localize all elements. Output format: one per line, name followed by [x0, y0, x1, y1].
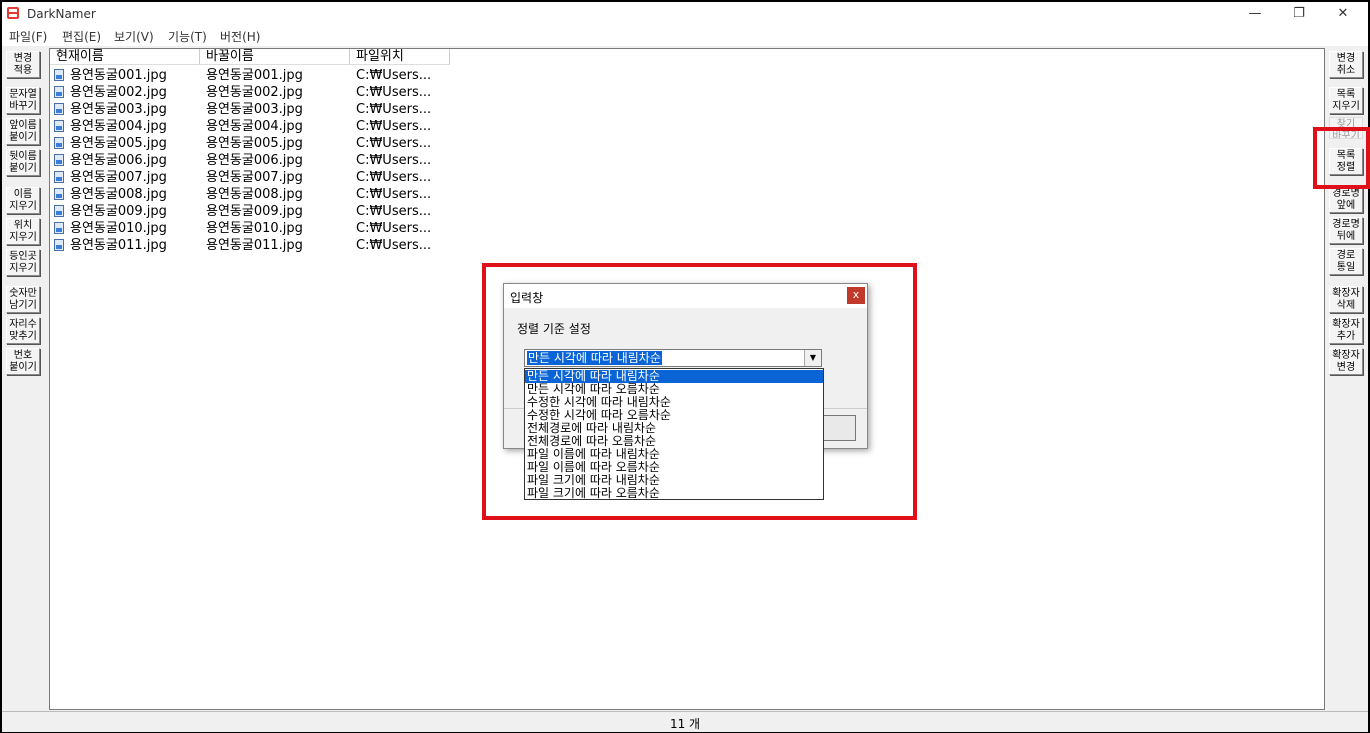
new-name-cell: 용연동굴006.jpg — [206, 153, 303, 168]
image-file-icon — [54, 69, 64, 81]
file-path-cell: C:₩Users... — [356, 153, 432, 168]
table-row[interactable]: 용연동굴006.jpg 용연동굴006.jpg C:₩Users... — [50, 152, 550, 169]
current-name-cell: 용연동굴002.jpg — [70, 85, 167, 100]
new-name-cell: 용연동굴005.jpg — [206, 136, 303, 151]
add-numbering-button[interactable]: 번호 붙이기 — [6, 348, 40, 375]
replace-string-button[interactable]: 문자열 바꾸기 — [6, 87, 40, 114]
new-name-cell: 용연동굴007.jpg — [206, 170, 303, 185]
table-row[interactable]: 용연동굴011.jpg 용연동굴011.jpg C:₩Users... — [50, 237, 550, 254]
image-file-icon — [54, 154, 64, 166]
image-file-icon — [54, 171, 64, 183]
menu-bar: 파일(F) 편집(E) 보기(V) 기능(T) 버전(H) — [2, 26, 1368, 46]
delete-extension-button[interactable]: 확장자 삭제 — [1329, 286, 1363, 313]
clear-list-button[interactable]: 목록 지우기 — [1329, 87, 1363, 114]
image-file-icon — [54, 103, 64, 115]
new-name-cell: 용연동굴011.jpg — [206, 238, 303, 253]
app-icon — [7, 7, 19, 19]
pad-digits-button[interactable]: 자리수 맞추기 — [6, 317, 40, 344]
new-name-cell: 용연동굴010.jpg — [206, 221, 303, 236]
left-toolbar: 변경 적용 문자열 바꾸기 앞이름 붙이기 뒷이름 붙이기 이름 지우기 위치 … — [4, 48, 48, 709]
add-prefix-button[interactable]: 앞이름 붙이기 — [6, 118, 40, 145]
image-file-icon — [54, 222, 64, 234]
new-name-cell: 용연동굴003.jpg — [206, 102, 303, 117]
column-header-new[interactable]: 바꿀이름 — [200, 49, 350, 65]
menu-edit[interactable]: 편집(E) — [62, 28, 101, 45]
minimize-button[interactable]: — — [1232, 2, 1278, 26]
table-row[interactable]: 용연동굴003.jpg 용연동굴003.jpg C:₩Users... — [50, 101, 550, 118]
file-path-cell: C:₩Users... — [356, 221, 432, 236]
path-suffix-button[interactable]: 경로명 뒤에 — [1329, 217, 1363, 244]
file-path-cell: C:₩Users... — [356, 204, 432, 219]
menu-view[interactable]: 보기(V) — [114, 28, 154, 45]
erase-range-button[interactable]: 등인곳 지우기 — [6, 249, 40, 276]
file-path-cell: C:₩Users... — [356, 136, 432, 151]
table-row[interactable]: 용연동굴002.jpg 용연동굴002.jpg C:₩Users... — [50, 84, 550, 101]
column-header-current[interactable]: 현재이름 — [50, 49, 200, 65]
new-name-cell: 용연동굴001.jpg — [206, 68, 303, 83]
file-path-cell: C:₩Users... — [356, 102, 432, 117]
current-name-cell: 용연동굴005.jpg — [70, 136, 167, 151]
change-extension-button[interactable]: 확장자 변경 — [1329, 348, 1363, 375]
title-bar: DarkNamer — ❐ ✕ — [2, 2, 1368, 26]
current-name-cell: 용연동굴010.jpg — [70, 221, 167, 236]
current-name-cell: 용연동굴011.jpg — [70, 238, 167, 253]
new-name-cell: 용연동굴008.jpg — [206, 187, 303, 202]
file-path-cell: C:₩Users... — [356, 238, 432, 253]
menu-tools[interactable]: 기능(T) — [168, 28, 207, 45]
file-path-cell: C:₩Users... — [356, 187, 432, 202]
table-row[interactable]: 용연동굴010.jpg 용연동굴010.jpg C:₩Users... — [50, 220, 550, 237]
menu-file[interactable]: 파일(F) — [9, 28, 47, 45]
table-row[interactable]: 용연동굴009.jpg 용연동굴009.jpg C:₩Users... — [50, 203, 550, 220]
file-path-cell: C:₩Users... — [356, 119, 432, 134]
current-name-cell: 용연동굴003.jpg — [70, 102, 167, 117]
current-name-cell: 용연동굴004.jpg — [70, 119, 167, 134]
table-row[interactable]: 용연동굴005.jpg 용연동굴005.jpg C:₩Users... — [50, 135, 550, 152]
current-name-cell: 용연동굴009.jpg — [70, 204, 167, 219]
add-extension-button[interactable]: 확장자 추가 — [1329, 317, 1363, 344]
app-title: DarkNamer — [27, 7, 96, 21]
highlight-dialog — [482, 263, 917, 520]
file-count: 11 개 — [669, 717, 701, 731]
path-prefix-button[interactable]: 경로명 앞에 — [1329, 186, 1363, 213]
image-file-icon — [54, 120, 64, 132]
add-suffix-button[interactable]: 뒷이름 붙이기 — [6, 149, 40, 176]
apply-changes-button[interactable]: 변경 적용 — [6, 51, 40, 78]
image-file-icon — [54, 86, 64, 98]
current-name-cell: 용연동굴006.jpg — [70, 153, 167, 168]
status-bar: 11 개 — [2, 711, 1368, 732]
file-path-cell: C:₩Users... — [356, 85, 432, 100]
file-path-cell: C:₩Users... — [356, 68, 432, 83]
keep-numbers-button[interactable]: 숫자만 남기기 — [6, 286, 40, 313]
undo-changes-button[interactable]: 변경 취소 — [1329, 51, 1363, 78]
unify-path-button[interactable]: 경로 통일 — [1329, 248, 1363, 275]
image-file-icon — [54, 239, 64, 251]
highlight-sort-button — [1313, 127, 1370, 189]
column-header-path[interactable]: 파일위치 — [350, 49, 450, 65]
close-button[interactable]: ✕ — [1320, 2, 1366, 26]
table-row[interactable]: 용연동굴007.jpg 용연동굴007.jpg C:₩Users... — [50, 169, 550, 186]
erase-position-button[interactable]: 위치 지우기 — [6, 218, 40, 245]
table-row[interactable]: 용연동굴004.jpg 용연동굴004.jpg C:₩Users... — [50, 118, 550, 135]
current-name-cell: 용연동굴007.jpg — [70, 170, 167, 185]
erase-name-button[interactable]: 이름 지우기 — [6, 187, 40, 214]
restore-button[interactable]: ❐ — [1276, 2, 1322, 26]
file-path-cell: C:₩Users... — [356, 170, 432, 185]
new-name-cell: 용연동굴004.jpg — [206, 119, 303, 134]
menu-version[interactable]: 버전(H) — [220, 28, 260, 45]
table-row[interactable]: 용연동굴001.jpg 용연동굴001.jpg C:₩Users... — [50, 67, 550, 84]
new-name-cell: 용연동굴009.jpg — [206, 204, 303, 219]
image-file-icon — [54, 188, 64, 200]
image-file-icon — [54, 205, 64, 217]
new-name-cell: 용연동굴002.jpg — [206, 85, 303, 100]
table-row[interactable]: 용연동굴008.jpg 용연동굴008.jpg C:₩Users... — [50, 186, 550, 203]
current-name-cell: 용연동굴008.jpg — [70, 187, 167, 202]
current-name-cell: 용연동굴001.jpg — [70, 68, 167, 83]
image-file-icon — [54, 137, 64, 149]
